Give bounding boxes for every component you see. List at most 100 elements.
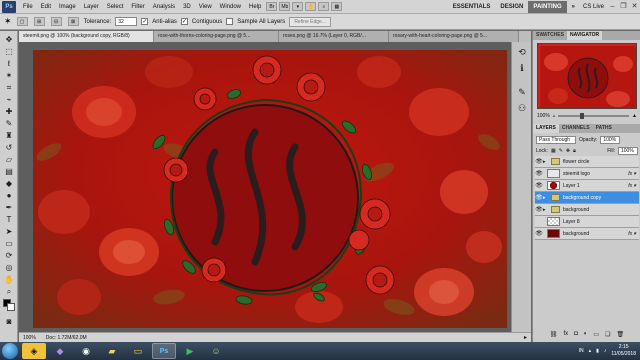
- tray-arrow-icon[interactable]: ▴: [589, 348, 592, 354]
- tab-rosary[interactable]: rosary-with-heart-coloring-page.png @ 5.…: [389, 31, 519, 42]
- hand-tool-icon[interactable]: ✋: [3, 275, 15, 285]
- menu-select[interactable]: Select: [103, 0, 128, 14]
- dodge-tool-icon[interactable]: ●: [3, 191, 15, 201]
- antialias-checkbox[interactable]: ✓: [141, 18, 149, 25]
- menu-view[interactable]: View: [195, 0, 216, 14]
- path-selection-icon[interactable]: ➤: [3, 227, 15, 237]
- visibility-eye-icon[interactable]: 👁︎: [535, 158, 543, 165]
- zoom-in-icon[interactable]: ▲: [632, 113, 637, 119]
- marquee-tool-icon[interactable]: ⬚: [3, 47, 15, 57]
- layer-row[interactable]: 👁︎ ▸ flower circle: [535, 156, 639, 168]
- fx-icon[interactable]: fx ▾: [628, 183, 636, 189]
- add-mask-icon[interactable]: ◘: [574, 331, 578, 340]
- magic-wand-icon[interactable]: ✶: [4, 16, 12, 27]
- zoom-tool-icon[interactable]: ⌕: [3, 287, 15, 297]
- visibility-eye-icon[interactable]: 👁︎: [535, 170, 543, 177]
- layer-row-selected[interactable]: 👁︎ ▸ background copy: [535, 192, 639, 204]
- workspace-essentials[interactable]: ESSENTIALS: [448, 1, 496, 13]
- magic-wand-tool-icon[interactable]: ✶: [3, 71, 15, 81]
- gradient-tool-icon[interactable]: ▤: [3, 167, 15, 177]
- workspace-more[interactable]: »: [567, 1, 580, 13]
- tolerance-input[interactable]: 32: [115, 17, 138, 26]
- zoom-out-icon[interactable]: ▵: [553, 113, 556, 119]
- opacity-input[interactable]: 100%: [600, 135, 621, 144]
- folder-icon[interactable]: ▭: [126, 343, 150, 359]
- add-style-icon[interactable]: fx: [564, 331, 569, 340]
- tab-channels[interactable]: CHANNELS: [559, 124, 593, 133]
- workspace-design[interactable]: DESIGN: [495, 1, 528, 13]
- 3d-rotate-icon[interactable]: ⟳: [3, 251, 15, 261]
- start-button-icon[interactable]: [2, 343, 18, 359]
- refine-edge-button[interactable]: Refine Edge...: [289, 16, 331, 27]
- arrange-documents-button[interactable]: ▦: [331, 2, 343, 11]
- bridge-button[interactable]: Br: [266, 2, 278, 11]
- menu-analysis[interactable]: Analysis: [149, 0, 179, 14]
- media-icon[interactable]: ▶: [178, 343, 202, 359]
- menu-window[interactable]: Window: [216, 0, 245, 14]
- clone-stamp-icon[interactable]: ♜: [3, 131, 15, 141]
- intersect-selection-icon[interactable]: ⊠: [67, 17, 79, 26]
- clock[interactable]: 2:15 11/05/2018: [611, 344, 636, 358]
- tab-layers[interactable]: LAYERS: [533, 124, 559, 133]
- restore-icon[interactable]: ❐: [618, 2, 629, 12]
- visibility-eye-icon[interactable]: 👁︎: [535, 182, 543, 189]
- 3d-camera-icon[interactable]: ◎: [3, 263, 15, 273]
- expand-arrow-icon[interactable]: ▸: [543, 195, 549, 201]
- language-indicator[interactable]: IN: [579, 348, 584, 354]
- contiguous-checkbox[interactable]: ✓: [180, 18, 188, 25]
- tab-rose-with-thorns[interactable]: rose-with-thorns-coloring-page.png @ 5..…: [154, 31, 279, 42]
- delete-layer-icon[interactable]: 🗑︎: [616, 331, 624, 340]
- history-panel-icon[interactable]: ⟲: [516, 46, 528, 58]
- subtract-selection-icon[interactable]: ⊟: [50, 17, 62, 26]
- visibility-eye-icon[interactable]: 👁︎: [535, 206, 543, 213]
- move-tool-icon[interactable]: ✥: [3, 35, 15, 45]
- clone-source-icon[interactable]: ⚇: [516, 102, 528, 114]
- zoom-readout[interactable]: 100%: [23, 335, 36, 341]
- visibility-eye-icon[interactable]: 👁︎: [535, 194, 543, 201]
- quick-mask-icon[interactable]: ◙: [3, 317, 15, 327]
- expand-arrow-icon[interactable]: ▸: [543, 159, 549, 165]
- menu-filter[interactable]: Filter: [127, 0, 148, 14]
- eyedropper-tool-icon[interactable]: ⌁: [3, 95, 15, 105]
- lock-position-icon[interactable]: ✥: [566, 148, 570, 154]
- file-explorer-icon[interactable]: ▰: [100, 343, 124, 359]
- brush-tool-icon[interactable]: ✎: [3, 119, 15, 129]
- scroll-right-icon[interactable]: ▸: [524, 334, 527, 341]
- document-canvas[interactable]: [19, 42, 531, 332]
- tab-steemit[interactable]: steemit.png @ 100% (background copy, RGB…: [19, 31, 154, 42]
- link-layers-icon[interactable]: ⛓: [550, 331, 558, 340]
- history-brush-icon[interactable]: ↺: [3, 143, 15, 153]
- workspace-painting[interactable]: PAINTING: [528, 0, 567, 13]
- menu-layer[interactable]: Layer: [80, 0, 103, 14]
- new-layer-icon[interactable]: ❑: [605, 331, 610, 340]
- zoom-level-button[interactable]: ▾: [292, 2, 304, 11]
- blur-tool-icon[interactable]: ◆: [3, 179, 15, 189]
- minimize-icon[interactable]: –: [607, 2, 618, 12]
- background-color-swatch[interactable]: [7, 303, 15, 311]
- navigator-zoom-value[interactable]: 100%: [537, 113, 550, 119]
- network-icon[interactable]: ▮: [596, 348, 599, 354]
- menu-file[interactable]: File: [19, 0, 37, 14]
- navigator-thumbnail[interactable]: [537, 43, 637, 109]
- menu-image[interactable]: Image: [55, 0, 80, 14]
- menu-help[interactable]: Help: [245, 0, 265, 14]
- brush-panel-icon[interactable]: ✎: [516, 86, 528, 98]
- cs-live-button[interactable]: CS Live: [583, 4, 604, 10]
- visual-studio-icon[interactable]: ◆: [48, 343, 72, 359]
- eraser-tool-icon[interactable]: ▱: [3, 155, 15, 165]
- expand-arrow-icon[interactable]: ▸: [543, 207, 549, 213]
- layer-row[interactable]: 👁︎ ▸ background: [535, 204, 639, 216]
- photoshop-taskbar-icon[interactable]: Ps: [152, 343, 176, 359]
- tab-roses[interactable]: roses.png @ 16.7% (Layer 0, RGB/...: [279, 31, 389, 42]
- add-selection-icon[interactable]: ⊞: [33, 17, 45, 26]
- pen-tool-icon[interactable]: ✒: [3, 203, 15, 213]
- lock-all-icon[interactable]: 🔒︎: [573, 148, 576, 154]
- navigator-zoom-slider[interactable]: [558, 113, 630, 119]
- zoom-tool-button[interactable]: ⌕: [318, 2, 330, 11]
- lock-pixels-icon[interactable]: ✎: [559, 148, 563, 154]
- hand-tool-button[interactable]: ✋: [305, 2, 317, 11]
- type-tool-icon[interactable]: T: [3, 215, 15, 225]
- lock-transparent-icon[interactable]: ▦: [551, 148, 556, 154]
- fx-icon[interactable]: fx ▾: [628, 231, 636, 237]
- layer-row[interactable]: Layer 8: [535, 216, 639, 228]
